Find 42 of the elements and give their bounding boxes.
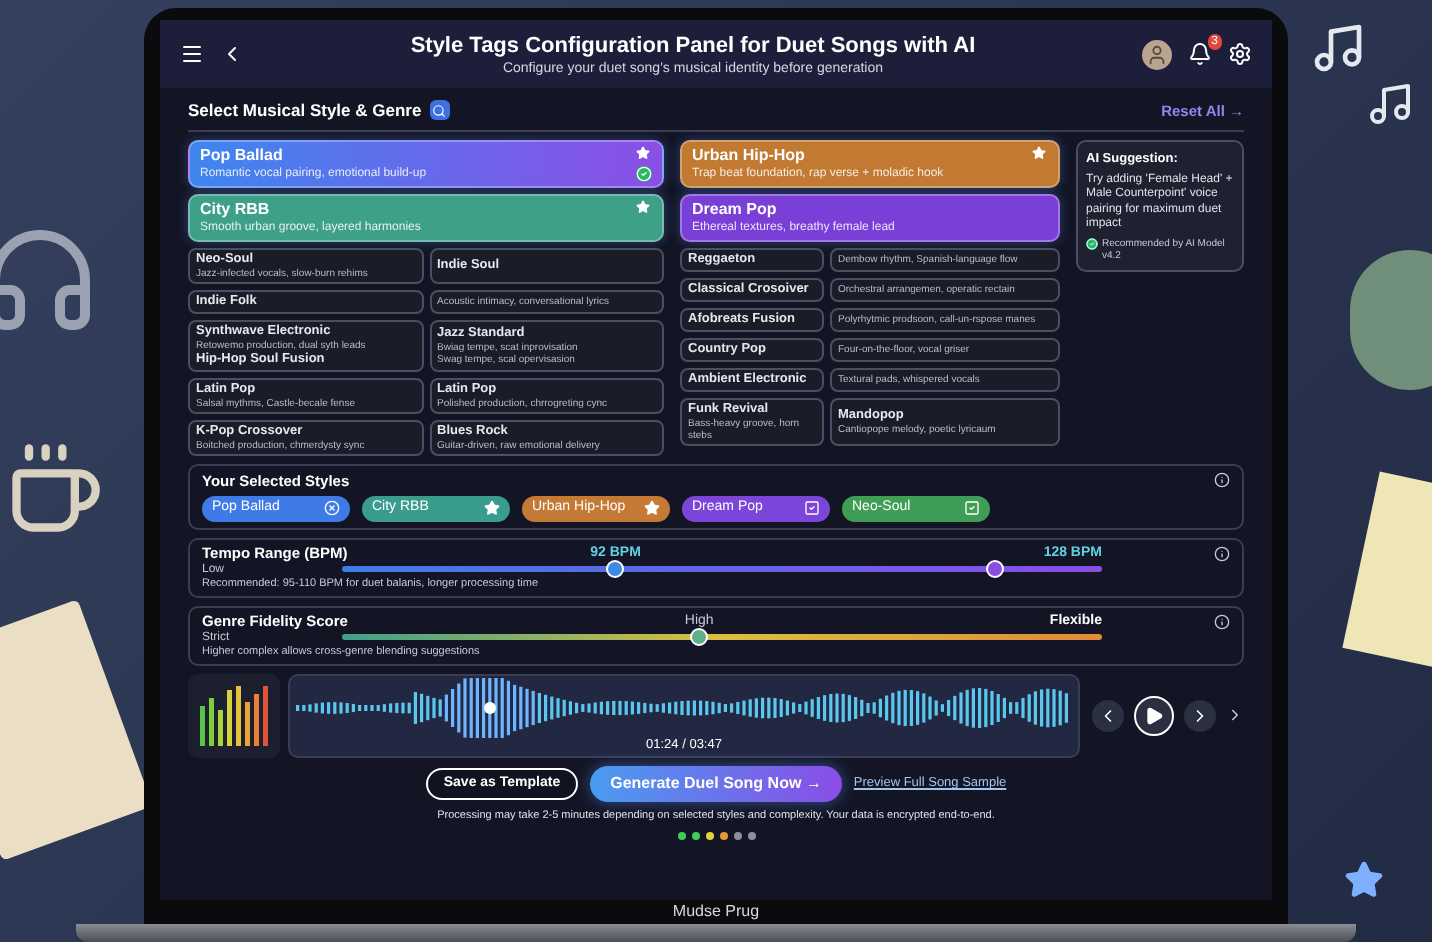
info-icon[interactable]: [1214, 472, 1230, 489]
tempo-slider[interactable]: [342, 566, 1102, 573]
slider-thumb[interactable]: [690, 628, 709, 647]
check-icon[interactable]: [635, 165, 651, 182]
checkbox-icon[interactable]: [804, 500, 820, 517]
genre-title: Pop Ballad: [200, 145, 283, 166]
chevron-icon[interactable]: [1226, 706, 1244, 725]
check-icon: [1086, 237, 1098, 249]
genre-title: City RBB: [200, 199, 270, 220]
genre-title: Dream Pop: [692, 199, 777, 220]
info-icon[interactable]: [1214, 545, 1230, 562]
section-title: Select Musical Style & Genre: [188, 98, 422, 124]
laptop-label: Mudse Prug: [672, 900, 760, 924]
genre-title: Urban Hip-Hop: [692, 145, 805, 166]
slider-thumb[interactable]: [606, 560, 625, 579]
page-title: Style Tags Configuration Panel for Duet Songs with AI: [410, 31, 976, 59]
person-icon: [1146, 43, 1168, 65]
previous-button[interactable]: [1092, 699, 1124, 732]
star-icon[interactable]: [1032, 145, 1046, 160]
star-icon: [1344, 860, 1384, 900]
slider-thumb[interactable]: [986, 560, 1005, 579]
next-button[interactable]: [1184, 699, 1216, 732]
menu-icon[interactable]: [180, 42, 204, 66]
generate-button[interactable]: Generate Duel Song Now →: [590, 765, 842, 802]
checkbox-icon[interactable]: [964, 500, 980, 517]
music-note-icon: [1366, 80, 1414, 128]
remove-icon[interactable]: [324, 500, 340, 517]
star-icon[interactable]: [636, 199, 650, 214]
settings-icon[interactable]: [1228, 42, 1252, 66]
notification-icon[interactable]: [1188, 42, 1212, 66]
search-icon: [432, 103, 447, 118]
avatar[interactable]: [1142, 39, 1172, 69]
music-note-icon: [1310, 20, 1366, 76]
info-icon[interactable]: [1214, 613, 1230, 630]
play-button[interactable]: [1134, 695, 1174, 736]
star-icon[interactable]: [636, 145, 650, 160]
search-button[interactable]: [429, 100, 450, 121]
play-icon: [1144, 705, 1164, 726]
level-meter-drawing: [200, 685, 268, 746]
fidelity-slider[interactable]: [342, 634, 1102, 641]
star-icon[interactable]: [484, 500, 500, 517]
star-icon[interactable]: [644, 500, 660, 517]
